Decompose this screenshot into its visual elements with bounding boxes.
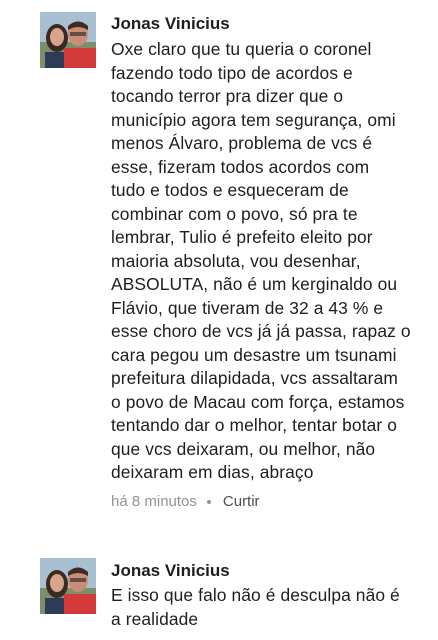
avatar[interactable]: [40, 558, 96, 614]
author-name[interactable]: Jonas Vinicius: [111, 561, 432, 581]
comment-line: combinar com o povo, só pra te: [111, 203, 358, 224]
comment-line: deixaram em dias, abraço: [111, 462, 314, 482]
comment-line: fazendo todo tipo de acordos e: [111, 62, 353, 83]
comment-body: Jonas Vinicius E isso que falo não é des…: [111, 561, 432, 631]
avatar[interactable]: [40, 12, 96, 68]
author-name[interactable]: Jonas Vinicius: [111, 14, 432, 34]
comment-timestamp[interactable]: há 8 minutos: [111, 493, 197, 510]
comment-line: a realidade: [111, 608, 199, 629]
comment-line: cara pegou um desastre um tsunami: [111, 344, 397, 365]
comment-meta: há 8 minutos Curtir: [111, 493, 432, 511]
comment-line: que vcs deixaram, ou melhor, não: [111, 438, 376, 459]
comment-line: município agora tem segurança, omi: [111, 109, 396, 130]
comment-body: Jonas Vinicius Oxe claro que tu queria o…: [111, 14, 432, 511]
comment-line: Flávio, que tiveram de 32 a 43 % e: [111, 297, 384, 318]
comment-line: Oxe claro que tu queria o coronel: [111, 39, 372, 59]
comment-text: E isso que falo não é desculpa não é a r…: [111, 584, 432, 631]
comment-line: o povo de Macau com força, estamos: [111, 391, 405, 412]
comment-line: E isso que falo não é desculpa não é: [111, 585, 400, 605]
comment-line: maioria absoluta, vou desenhar,: [111, 250, 361, 271]
comment-text: Oxe claro que tu queria o coronel fazend…: [111, 38, 432, 485]
comment-line: tudo e todos e esqueceram de: [111, 180, 349, 200]
comment-line: menos Álvaro, problema de vcs é: [111, 133, 373, 153]
comment-line: esse, fizeram todos acordos com: [111, 156, 370, 177]
comment-line: tocando terror pra dizer que o: [111, 86, 344, 106]
like-button[interactable]: Curtir: [223, 493, 260, 510]
profile-photo: [40, 12, 96, 68]
comment-line: ABSOLUTA, não é um kerginaldo ou: [111, 274, 398, 294]
comment-line: lembrar, Tulio é prefeito eleito por: [111, 227, 373, 247]
profile-photo: [40, 558, 96, 614]
comment-line: esse choro de vcs já já passa, rapaz o: [111, 321, 411, 341]
comment-line: prefeitura dilapidada, vcs assaltaram: [111, 368, 398, 388]
separator-dot-icon: [206, 499, 211, 504]
comment-line: tentando dar o melhor, tentar botar o: [111, 415, 397, 435]
